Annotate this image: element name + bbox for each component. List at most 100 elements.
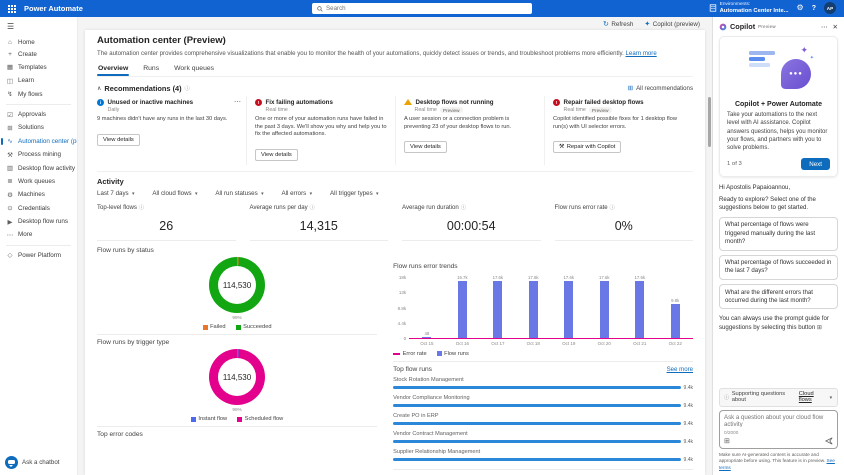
approvals-icon: ☑ xyxy=(6,111,14,119)
error-circle-icon: ! xyxy=(255,99,262,106)
page-title: Automation center (Preview) xyxy=(97,35,693,46)
filter-errors[interactable]: All errors▼ xyxy=(281,190,313,197)
global-search[interactable] xyxy=(312,3,532,14)
charts-left-column: Flow runs by status 114,530 99% Failed S… xyxy=(97,247,377,475)
refresh-button[interactable]: ↻Refresh xyxy=(603,20,633,28)
top-flow-run-row: Stock Rotation Management9.4k xyxy=(393,377,693,391)
view-details-button[interactable]: View details xyxy=(404,141,447,153)
suggestion-chip-errors[interactable]: What are the different errors that occur… xyxy=(719,284,838,309)
scheduled-flow-swatch xyxy=(237,417,242,422)
card-more-icon[interactable]: ⋯ xyxy=(234,98,241,106)
desktop-flow-runs-icon: ▶ xyxy=(6,218,14,226)
info-icon: ⓘ xyxy=(310,204,315,211)
sidebar-item-learn[interactable]: ◫Learn xyxy=(0,74,77,87)
view-details-button[interactable]: View details xyxy=(97,134,140,146)
sidebar-item-machines[interactable]: ⚙Machines xyxy=(0,188,77,201)
prompt-guide-icon[interactable]: ⊞ xyxy=(724,437,730,445)
sidebar-item-process-mining[interactable]: ⚒Process mining xyxy=(0,148,77,161)
supporting-questions-bar[interactable]: ⓘ Supporting questions about Cloud flows… xyxy=(719,388,838,407)
scope-dropdown[interactable]: Cloud flows xyxy=(799,391,826,403)
trigger-type-legend: Instant flow Scheduled flow xyxy=(191,416,283,422)
info-icon: ⓘ xyxy=(139,204,144,211)
copilot-toolbar-button[interactable]: ✦Copilot (preview) xyxy=(644,20,700,28)
environment-picker[interactable]: Environments: Automation Center Inte... xyxy=(709,2,789,15)
recommendation-card-failing-automations: !Fix failing automations Real time One o… xyxy=(246,96,395,166)
repair-with-copilot-button[interactable]: ⚒Repair with Copilot xyxy=(553,141,621,153)
recommendations-title: Recommendations (4) xyxy=(104,84,181,93)
flow-runs-by-trigger-type-chart: Flow runs by trigger type 114,530 99% In… xyxy=(97,339,377,427)
sidebar-item-more[interactable]: ⋯More xyxy=(0,228,77,241)
chevron-down-icon: ▼ xyxy=(309,191,313,196)
filter-time-range[interactable]: Last 7 days▼ xyxy=(97,190,135,197)
sidebar-item-credentials[interactable]: ⊙Credentials xyxy=(0,202,77,215)
carousel-pager: 1 of 3 xyxy=(727,161,742,167)
collapse-chevron-icon[interactable]: ∧ xyxy=(97,85,101,92)
top-flow-run-row: Vendor Compliance Monitoring9.4k xyxy=(393,395,693,409)
ai-disclaimer: Make sure AI-generated content is accura… xyxy=(719,452,838,471)
main-area: ↻Refresh ✦Copilot (preview) Automation c… xyxy=(78,17,712,475)
left-navigation: ☰ ⌂Home +Create ▦Templates ◫Learn ↯My fl… xyxy=(0,17,78,475)
charts-right-column: Flow runs error trends 18k13k8.8k4.4k0 4… xyxy=(393,247,693,475)
command-bar: ↻Refresh ✦Copilot (preview) xyxy=(78,17,712,30)
credentials-icon: ⊙ xyxy=(6,204,14,212)
next-button[interactable]: Next xyxy=(801,158,830,170)
sidebar-item-work-queues[interactable]: ≣Work queues xyxy=(0,175,77,188)
vertical-scrollbar[interactable] xyxy=(708,97,711,147)
process-mining-icon: ⚒ xyxy=(6,151,14,159)
app-launcher-icon[interactable] xyxy=(8,5,16,13)
sidebar-item-power-platform[interactable]: ◇Power Platform xyxy=(0,249,77,262)
copilot-input[interactable] xyxy=(724,414,833,427)
filter-cloud-flows[interactable]: All cloud flows▼ xyxy=(152,190,198,197)
x-axis-labels: Oct 15Oct 16Oct 17Oct 18Oct 19Oct 20Oct … xyxy=(409,341,693,346)
filter-run-statuses[interactable]: All run statuses▼ xyxy=(215,190,264,197)
bar-Oct 21: 17.6k xyxy=(622,275,657,338)
copilot-logo-icon xyxy=(719,23,727,31)
prompt-guide-icon[interactable]: ⊞ xyxy=(817,325,822,331)
trend-bars: 4816.7k17.6k17.6k17.6k17.6k17.6k9.8k xyxy=(409,275,693,339)
send-icon[interactable] xyxy=(825,437,833,445)
sidebar-item-my-flows[interactable]: ↯My flows xyxy=(0,88,77,101)
view-details-button[interactable]: View details xyxy=(255,149,298,161)
all-recommendations-button[interactable]: ⊞All recommendations xyxy=(628,84,693,92)
settings-gear-icon[interactable]: ⚙ xyxy=(797,4,804,12)
tab-runs[interactable]: Runs xyxy=(142,63,160,76)
sidebar-item-desktop-flow-activity[interactable]: ▥Desktop flow activity xyxy=(0,161,77,174)
bar-Oct 16: 16.7k xyxy=(445,275,480,338)
sidebar-item-home[interactable]: ⌂Home xyxy=(0,36,77,48)
suggestion-chip-manual-triggers[interactable]: What percentage of flows were triggered … xyxy=(719,217,838,251)
ask-chatbot-button[interactable]: Ask a chatbot xyxy=(5,456,60,469)
sidebar-item-create[interactable]: +Create xyxy=(0,48,77,60)
environment-icon xyxy=(709,4,717,12)
learn-more-link[interactable]: Learn more xyxy=(626,50,657,57)
chevron-down-icon: ▼ xyxy=(194,191,198,196)
grid-icon: ⊞ xyxy=(628,84,633,92)
see-more-link[interactable]: See more xyxy=(667,366,693,373)
kpi-top-level-flows: Top-level flowsⓘ26 xyxy=(97,204,236,241)
automation-center-icon: ∿ xyxy=(6,137,14,145)
filter-trigger-types[interactable]: All trigger types▼ xyxy=(330,190,379,197)
avatar[interactable]: AP xyxy=(824,2,836,14)
error-rate-swatch xyxy=(393,353,400,355)
copilot-icon: ✦ xyxy=(644,20,650,28)
search-input[interactable] xyxy=(326,5,527,12)
copilot-close-icon[interactable]: ✕ xyxy=(833,23,838,31)
failed-swatch xyxy=(203,325,208,330)
nav-divider xyxy=(6,104,71,105)
copilot-card-title: Copilot + Power Automate xyxy=(727,101,830,108)
warning-triangle-icon xyxy=(404,99,412,105)
plus-icon: + xyxy=(6,51,14,58)
prompt-guide-hint: You can always use the prompt guide for … xyxy=(719,315,838,332)
sidebar-item-approvals[interactable]: ☑Approvals xyxy=(0,108,77,121)
sidebar-item-automation-center[interactable]: ∿Automation center (previe... xyxy=(0,135,77,148)
nav-collapse-icon[interactable]: ☰ xyxy=(0,20,77,36)
copilot-more-icon[interactable]: ⋯ xyxy=(821,23,828,31)
suggestion-chip-succeeded-flows[interactable]: What percentage of flows succeeded in th… xyxy=(719,255,838,280)
activity-filters: Last 7 days▼ All cloud flows▼ All run st… xyxy=(97,190,693,197)
charts-grid: Flow runs by status 114,530 99% Failed S… xyxy=(97,247,693,475)
help-icon[interactable]: ? xyxy=(812,5,816,12)
sidebar-item-desktop-flow-runs[interactable]: ▶Desktop flow runs xyxy=(0,215,77,228)
tab-overview[interactable]: Overview xyxy=(97,63,129,76)
sidebar-item-templates[interactable]: ▦Templates xyxy=(0,61,77,74)
sidebar-item-solutions[interactable]: ⊞Solutions xyxy=(0,121,77,134)
tab-work-queues[interactable]: Work queues xyxy=(173,63,215,76)
